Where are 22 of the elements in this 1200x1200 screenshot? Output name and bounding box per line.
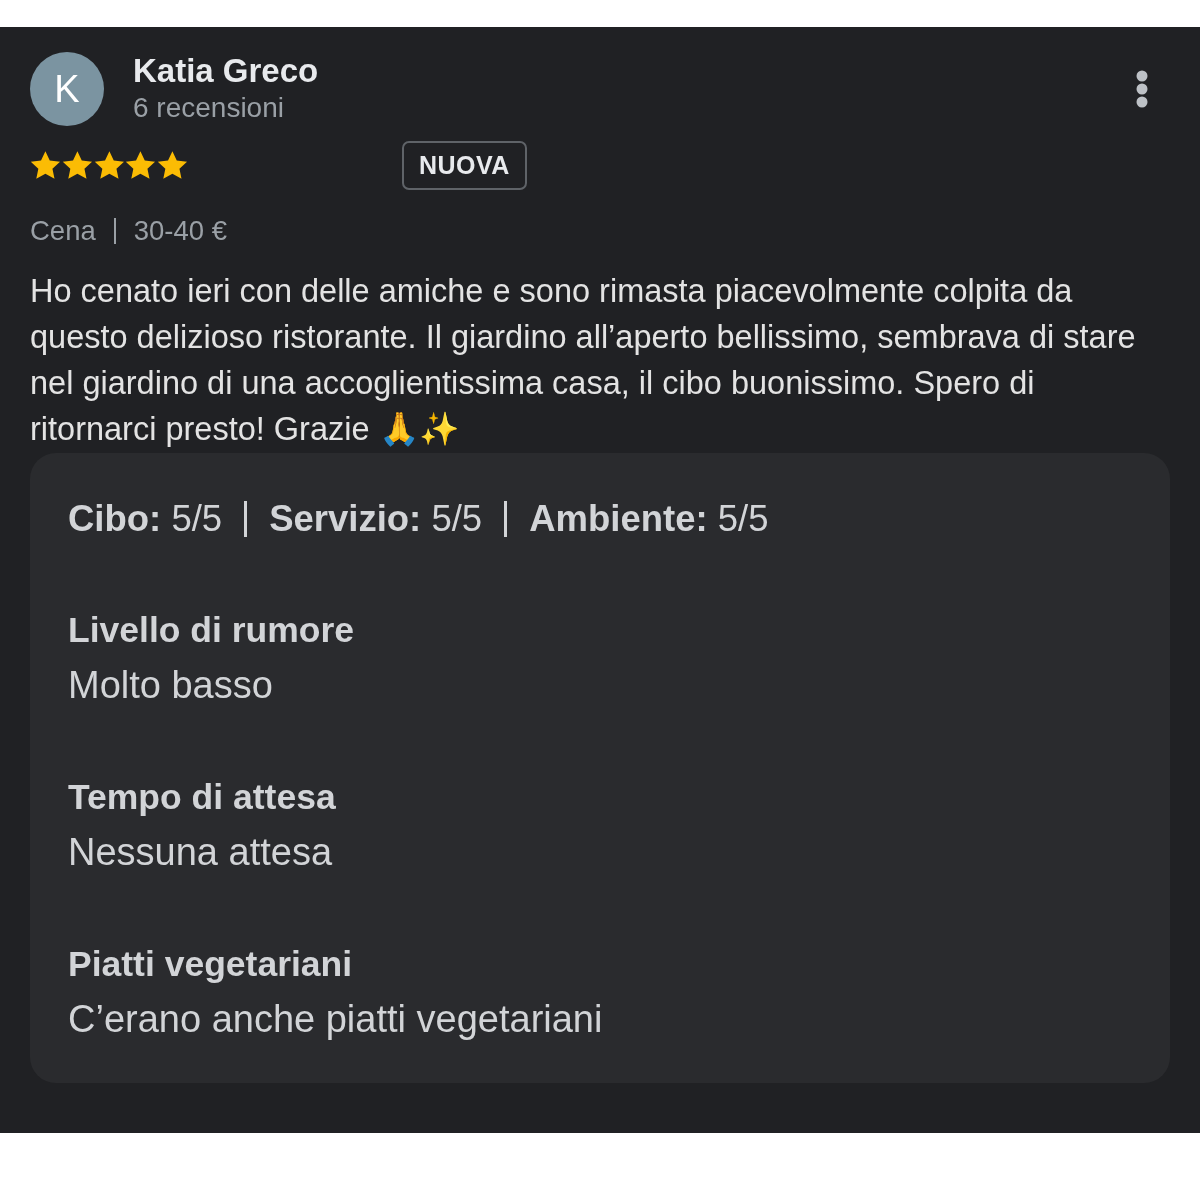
attribute-value: Nessuna attesa <box>68 830 334 875</box>
attribute-value: C’erano anche piatti vegetariani <box>68 997 604 1042</box>
filled-star-icon <box>61 150 93 181</box>
filled-star-icon <box>93 150 125 181</box>
rating-score: Cibo: 5/5 <box>68 497 223 541</box>
attribute-label: Livello di rumore <box>68 609 356 652</box>
new-badge: NUOVA <box>402 141 527 190</box>
attribute-label: Piatti vegetariani <box>68 943 354 986</box>
filled-star-icon <box>157 150 188 181</box>
attribute-label: Tempo di attesa <box>68 776 337 819</box>
rating-score: Ambiente: 5/5 <box>529 497 769 541</box>
rating-score: Servizio: 5/5 <box>269 497 483 541</box>
review-meta-text: Cena <box>30 214 96 248</box>
attribute-value: Molto basso <box>68 663 274 708</box>
reviewer-name[interactable]: Katia Greco <box>133 52 1136 90</box>
avatar: K <box>30 52 104 126</box>
review-count: 6 recensioni <box>133 91 285 125</box>
more-options-icon[interactable] <box>1136 70 1148 108</box>
review-text: Ho cenato ieri con delle amiche e sono rimasta piacevolmente colpita da questo delizioso ristorante. Il giardino all’aperto bellissimo, sembrava di stare nel giardino di una accoglientissima casa, il cibo buonissimo. Spero di ritornarci presto! Grazie 🙏✨ <box>30 272 1137 449</box>
review-meta-text: 30-40 € <box>133 214 228 248</box>
filled-star-icon <box>30 150 61 181</box>
filled-star-icon <box>125 150 157 181</box>
